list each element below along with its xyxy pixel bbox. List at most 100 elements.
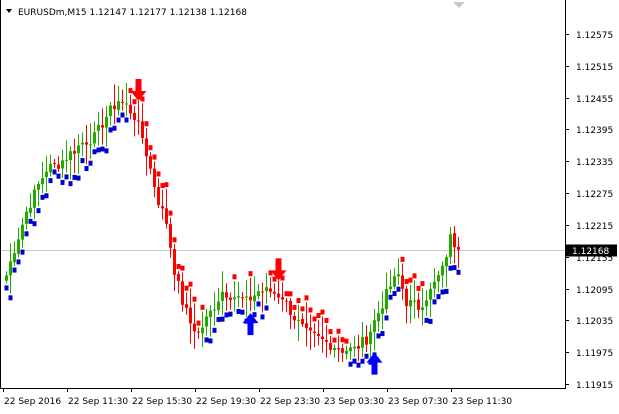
candle-body [157,187,160,206]
trailing-stop-dot [356,362,361,368]
candle-body [21,224,24,240]
candle-body [445,257,448,267]
candle-body [397,274,400,277]
trailing-stop-dot [184,285,189,291]
trailing-stop-dot [228,311,233,317]
trailing-stop-dot [80,158,85,164]
candle-body [125,103,128,105]
trailing-stop-dot [108,127,113,133]
trailing-stop-dot [416,285,421,291]
trailing-stop-dot [48,178,53,184]
trailing-stop-dot [320,309,325,315]
candle-body [401,275,404,289]
trailing-stop-dot [52,169,57,175]
candle-body [369,331,372,344]
candle-body [409,300,412,307]
candle-body [405,288,408,307]
trailing-stop-dot [348,361,353,367]
candle-body [225,292,228,298]
candle-body [321,336,324,340]
candle-body [105,116,108,128]
candle-body [341,348,344,353]
trailing-stop-dot [44,193,49,199]
trailing-stop-dot [216,316,221,322]
trailing-stop-dot [436,294,441,300]
price-tick-label: 1.12215 [576,222,613,232]
trailing-stop-dot [304,295,309,301]
trailing-stop-dot [424,317,429,323]
trailing-stop-dot [124,117,129,123]
candle-body [365,336,368,345]
trailing-stop-dot [440,289,445,295]
trailing-stop-dot [300,306,305,312]
trailing-stop-dot [360,358,365,364]
current-price-tag: 1.12168 [566,244,617,257]
candle-body [85,142,88,145]
candle-body [333,348,336,351]
trailing-stop-dot [212,327,217,333]
candle-body [281,297,284,300]
candle-body [301,318,304,325]
trailing-stop-dot [4,285,9,291]
candle-body [457,246,460,250]
trailing-stop-dot [364,353,369,359]
trailing-stop-dot [132,99,137,105]
candle-body [337,348,340,350]
candle-body [229,297,232,300]
candle-body [449,234,452,257]
candle-body [89,144,92,146]
trailing-stop-dot [24,231,29,237]
trailing-stop-dot [192,296,197,302]
trailing-stop-dot [240,309,245,315]
candle-body [429,288,432,300]
price-tick-label: 1.12575 [576,31,613,41]
trailing-stop-dot [376,333,381,339]
candle-body [237,296,240,298]
trailing-stop-dot [456,269,461,275]
candle-body [209,310,212,317]
candle-body [133,112,136,120]
time-tick-label: 23 Sep 11:30 [452,397,512,407]
price-chart[interactable]: 1.12575 1.12515 1.12455 1.12395 1.12335 1.122… [0,0,619,414]
candle-body [201,327,204,334]
trailing-stop-dot [400,256,405,262]
trailing-stop-dot [36,208,41,214]
price-tick-label: 1.12035 [576,317,613,327]
candle-body [297,319,300,321]
trailing-stop-dot [448,265,453,271]
candle-body [25,211,28,224]
candle-body [329,343,332,350]
candle-body [53,163,56,165]
candle-body [101,125,104,128]
symbol-title-box[interactable]: EURUSDm,M15 1.12147 1.12177 1.12138 1.12… [6,8,247,18]
candle-body [233,297,236,300]
candle-body [149,156,152,169]
candle-body [269,288,272,292]
candle-body [221,291,224,301]
trailing-stop-dot [68,181,73,187]
candle-body [77,145,80,154]
trailing-stop-dot [12,267,17,273]
trailing-stop-dot [220,316,225,322]
time-tick-label: 23 Sep 03:30 [324,397,384,407]
trailing-stop-dot [236,308,241,314]
trailing-stop-dot [60,179,65,185]
candle-body [97,124,100,131]
trailing-stop-dot [156,171,161,177]
trailing-stop-dot [408,277,413,283]
trailing-stop-dot [8,295,13,301]
trailing-stop-dot [208,338,213,344]
chart-background [0,0,619,414]
candle-body [13,253,16,263]
trailing-stop-dot [224,312,229,318]
candle-body [61,160,64,169]
trailing-stop-dot [28,218,33,224]
trailing-stop-dot [340,337,345,343]
candle-body [361,337,364,348]
candle-body [377,313,380,322]
candle-body [45,171,48,178]
trailing-stop-dot [452,265,457,271]
trailing-stop-dot [412,273,417,279]
trailing-stop-dot [144,121,149,127]
trailing-stop-dot [176,263,181,269]
